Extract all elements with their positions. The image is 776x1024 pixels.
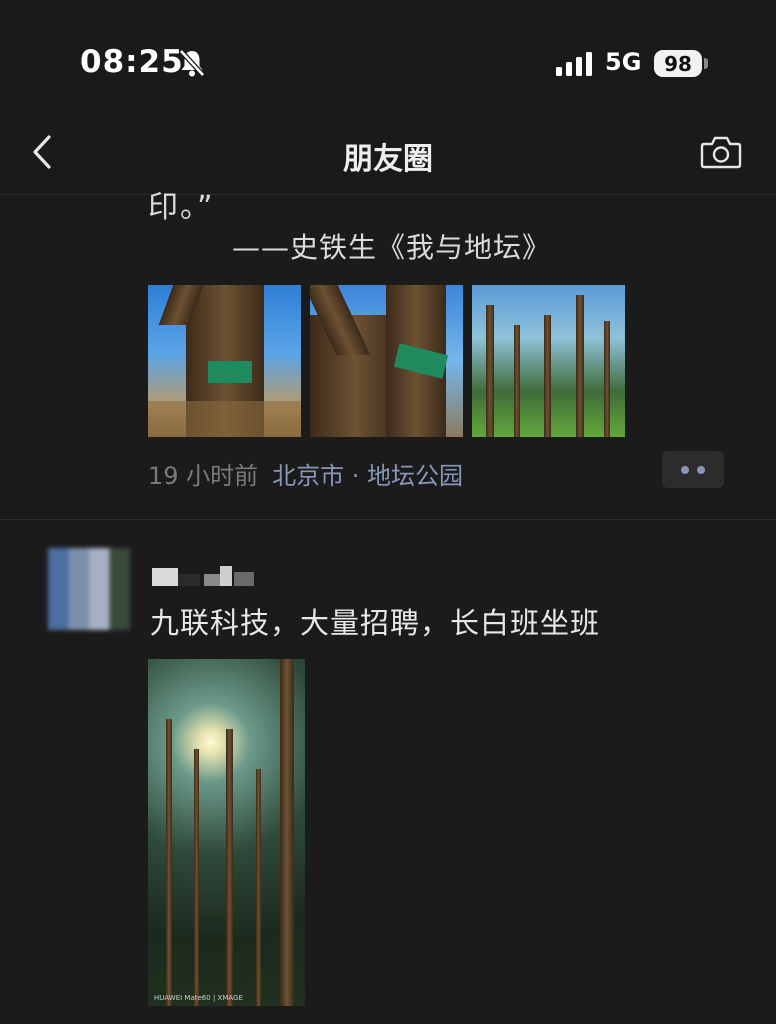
- post-divider: [0, 519, 776, 520]
- network-type: 5G: [605, 48, 642, 76]
- post-image-park-trees[interactable]: [472, 285, 625, 437]
- post-image-forked-tree[interactable]: [310, 285, 463, 437]
- post-meta: 19 小时前 北京市 · 地坛公园: [148, 456, 463, 491]
- battery-cap: [704, 58, 708, 69]
- signal-bars-icon: [556, 52, 594, 80]
- username-mosaic[interactable]: [152, 564, 262, 586]
- post-time: 19 小时前: [148, 462, 259, 490]
- dot-icon: [697, 465, 705, 474]
- post-text: 九联科技，大量招聘，长白班坐班: [150, 606, 601, 640]
- bell-slash-icon: [178, 48, 206, 82]
- page-title: 朋友圈: [343, 142, 433, 177]
- image-watermark: HUAWEI Mate60 | XMAGE: [154, 994, 243, 1002]
- moment-post: 印。” ——史铁生《我与地坛》 19 小时前 北京市 · 地坛公园: [0, 190, 776, 520]
- post-location-link[interactable]: 北京市 · 地坛公园: [272, 462, 463, 490]
- post-quote-source: ——史铁生《我与地坛》: [232, 231, 552, 264]
- post-image-tree-tag[interactable]: [148, 285, 301, 437]
- avatar[interactable]: [48, 548, 130, 630]
- status-time: 08:25: [80, 44, 184, 80]
- camera-icon[interactable]: [700, 135, 742, 173]
- more-actions-button[interactable]: [662, 451, 724, 488]
- dot-icon: [681, 465, 689, 474]
- post-image-forest[interactable]: HUAWEI Mate60 | XMAGE: [148, 659, 305, 1006]
- post-text-tail: 印。”: [148, 190, 215, 225]
- battery-indicator: 98: [654, 50, 702, 77]
- top-bar: 08:25 5G 98 朋友圈: [0, 0, 776, 195]
